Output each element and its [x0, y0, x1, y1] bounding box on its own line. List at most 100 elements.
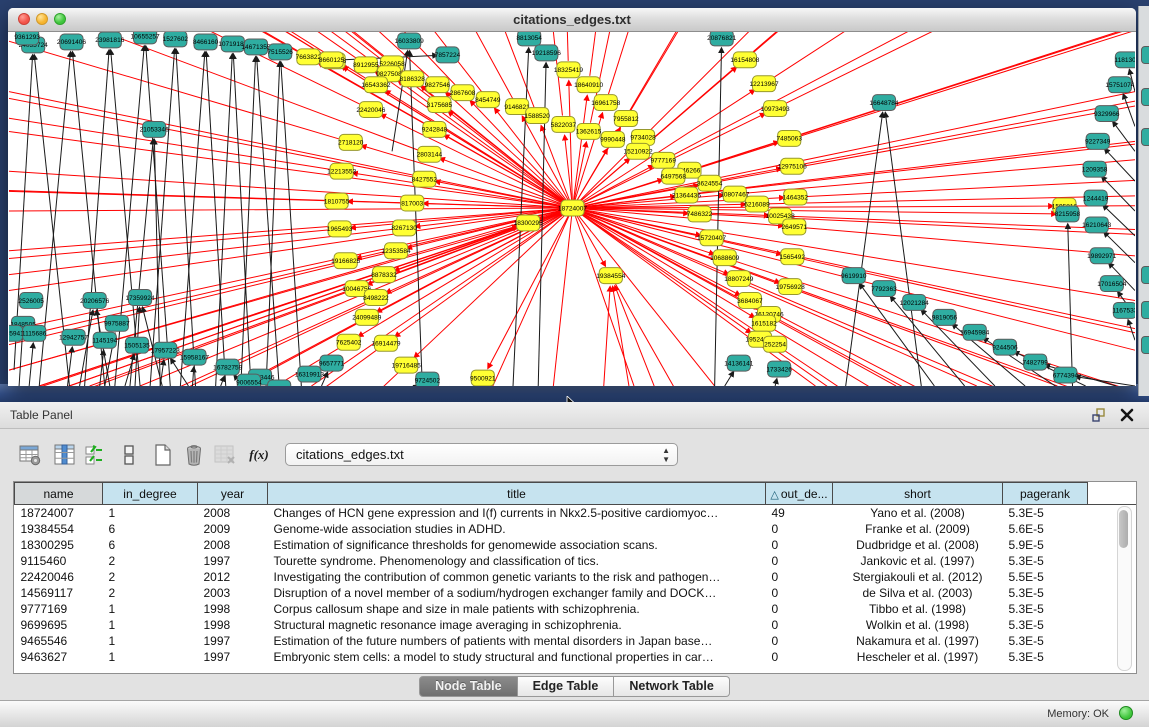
graph-node[interactable]: 2867608	[450, 85, 476, 101]
graph-node[interactable]: 19166825	[331, 253, 361, 269]
graph-node[interactable]: 17957223	[151, 342, 181, 358]
graph-node[interactable]: 7486322	[687, 206, 713, 222]
graph-node[interactable]: 18724007	[558, 200, 588, 216]
graph-node[interactable]: 10688609	[710, 250, 740, 266]
graph-node[interactable]: 9500921	[470, 370, 496, 386]
graph-node[interactable]: 1145194	[92, 332, 117, 348]
column-header-title[interactable]: title	[268, 483, 766, 505]
column-header-out-de-[interactable]: △out_de...	[766, 483, 833, 505]
graph-node[interactable]: 12353584	[382, 243, 412, 259]
graph-node[interactable]: 9006554	[236, 374, 262, 386]
graph-node[interactable]: 12213967	[749, 76, 779, 92]
graph-node[interactable]: 1965493	[327, 221, 353, 237]
graph-node[interactable]: 16154808	[730, 52, 760, 68]
graph-node[interactable]: 9657771	[319, 355, 345, 371]
graph-node[interactable]: 1181304	[1114, 52, 1135, 68]
graph-node[interactable]: 9724502	[415, 372, 441, 386]
graph-node[interactable]: 12975106	[778, 158, 808, 174]
vertical-scrollbar[interactable]	[1117, 506, 1132, 671]
graph-node[interactable]: 3175685	[427, 97, 453, 113]
graph-node[interactable]: 817003	[401, 195, 424, 211]
table-row[interactable]: 969969511998Structural magnetic resonanc…	[15, 617, 1137, 633]
graph-node[interactable]: 21364436	[672, 187, 702, 203]
row-selection-icon[interactable]	[82, 442, 108, 468]
graph-node[interactable]: 20068134	[265, 380, 295, 386]
graph-node[interactable]: 16961758	[591, 95, 621, 111]
graph-node[interactable]: 8878332	[371, 267, 397, 283]
graph-node[interactable]: 16319913	[295, 366, 325, 382]
table-row[interactable]: 946362711997Embryonic stem cells: a mode…	[15, 649, 1137, 665]
graph-node[interactable]: 9619910	[841, 268, 867, 284]
graph-node[interactable]: 1464352	[783, 189, 809, 205]
graph-node[interactable]: 1115686	[22, 325, 47, 341]
graph-node[interactable]: 1527602	[163, 32, 189, 47]
column-visibility-icon[interactable]	[52, 442, 78, 468]
column-header-pagerank[interactable]: pagerank	[1003, 483, 1088, 505]
graph-node[interactable]: 2718120	[338, 134, 364, 150]
graph-node[interactable]: 7625402	[336, 334, 362, 350]
table-settings-icon[interactable]	[17, 442, 43, 468]
graph-node[interactable]: 9329966	[1094, 106, 1120, 122]
graph-node[interactable]: 24099489	[352, 309, 382, 325]
graph-node[interactable]: 7485063	[776, 130, 802, 146]
network-window[interactable]: citations_edges.txt 18724007183002951938…	[8, 8, 1136, 386]
table-row[interactable]: 1456911722003Disruption of a novel membe…	[15, 585, 1137, 601]
window-titlebar[interactable]: citations_edges.txt	[8, 8, 1136, 32]
graph-node[interactable]: 7955812	[613, 111, 639, 127]
graph-node[interactable]: 14136141	[724, 355, 754, 371]
close-panel-icon[interactable]	[1119, 407, 1135, 423]
graph-node[interactable]: 18640910	[574, 77, 604, 93]
graph-node[interactable]: 7482799	[1022, 354, 1048, 370]
graph-node[interactable]: 1244419	[1083, 190, 1109, 206]
graph-node[interactable]: 16945984	[960, 324, 990, 340]
graph-node[interactable]: 17016504	[1097, 276, 1127, 292]
graph-node[interactable]: 20206576	[80, 293, 110, 309]
graph-node[interactable]: 18807249	[724, 271, 754, 287]
graph-node[interactable]: 16033809	[395, 33, 425, 49]
graph-node[interactable]: 8660125	[319, 52, 345, 68]
table-row[interactable]: 946554611997Estimation of the future num…	[15, 633, 1137, 649]
table-selector-dropdown[interactable]: citations_edges.txt ▲▼	[285, 443, 678, 466]
table-mode-icon[interactable]	[116, 442, 142, 468]
column-header-in-degree[interactable]: in_degree	[103, 483, 198, 505]
graph-node[interactable]: 19716485	[392, 357, 422, 373]
table-row[interactable]: 2242004622012Investigating the contribut…	[15, 569, 1137, 585]
graph-node[interactable]: 3684067	[737, 293, 763, 309]
graph-node[interactable]: 9227349	[1085, 133, 1111, 149]
graph-node[interactable]: 20876821	[707, 32, 737, 46]
graph-node[interactable]: 8454749	[475, 92, 501, 108]
graph-node[interactable]: 2649571	[782, 219, 808, 235]
graph-node[interactable]: 8498222	[363, 290, 389, 306]
graph-node[interactable]: 3624554	[697, 175, 723, 191]
graph-node[interactable]: 1733426	[766, 361, 792, 377]
graph-node[interactable]: 16543362	[361, 77, 391, 93]
column-header-year[interactable]: year	[198, 483, 268, 505]
graph-node[interactable]: 2526005	[18, 293, 44, 309]
graph-node[interactable]: 8186328	[399, 71, 425, 87]
graph-node[interactable]: 7792363	[871, 281, 897, 297]
scrollbar-thumb[interactable]	[1119, 510, 1128, 548]
graph-node[interactable]: 9819056	[932, 309, 958, 325]
graph-node[interactable]: 1167533	[1112, 302, 1135, 318]
graph-node[interactable]: 6497568	[661, 168, 687, 184]
graph-node[interactable]: 1810755	[324, 193, 350, 209]
graph-node[interactable]: 9827546	[425, 77, 451, 93]
graph-node[interactable]: 19384554	[596, 268, 626, 284]
graph-node[interactable]: 9990448	[600, 131, 626, 147]
tab-edge-table[interactable]: Edge Table	[518, 676, 615, 697]
new-document-icon[interactable]	[150, 442, 176, 468]
graph-node[interactable]: 19218596	[532, 45, 562, 61]
graph-node[interactable]: 9975887	[104, 315, 130, 331]
graph-node[interactable]: 1615182	[751, 315, 777, 331]
tab-network-table[interactable]: Network Table	[614, 676, 730, 697]
table-row[interactable]: 911546021997Tourette syndrome. Phenomeno…	[15, 553, 1137, 569]
graph-node[interactable]: 7663822	[296, 49, 322, 65]
graph-node[interactable]: 16914479	[371, 335, 401, 351]
tab-node-table[interactable]: Node Table	[419, 676, 517, 697]
graph-node[interactable]: 23981816	[95, 32, 125, 48]
graph-node[interactable]: 8813054	[516, 32, 542, 46]
graph-node[interactable]: 252254	[764, 336, 787, 352]
column-header-short[interactable]: short	[833, 483, 1003, 505]
graph-node[interactable]: 16648784	[869, 95, 899, 111]
graph-node[interactable]: 8912955	[353, 57, 379, 73]
